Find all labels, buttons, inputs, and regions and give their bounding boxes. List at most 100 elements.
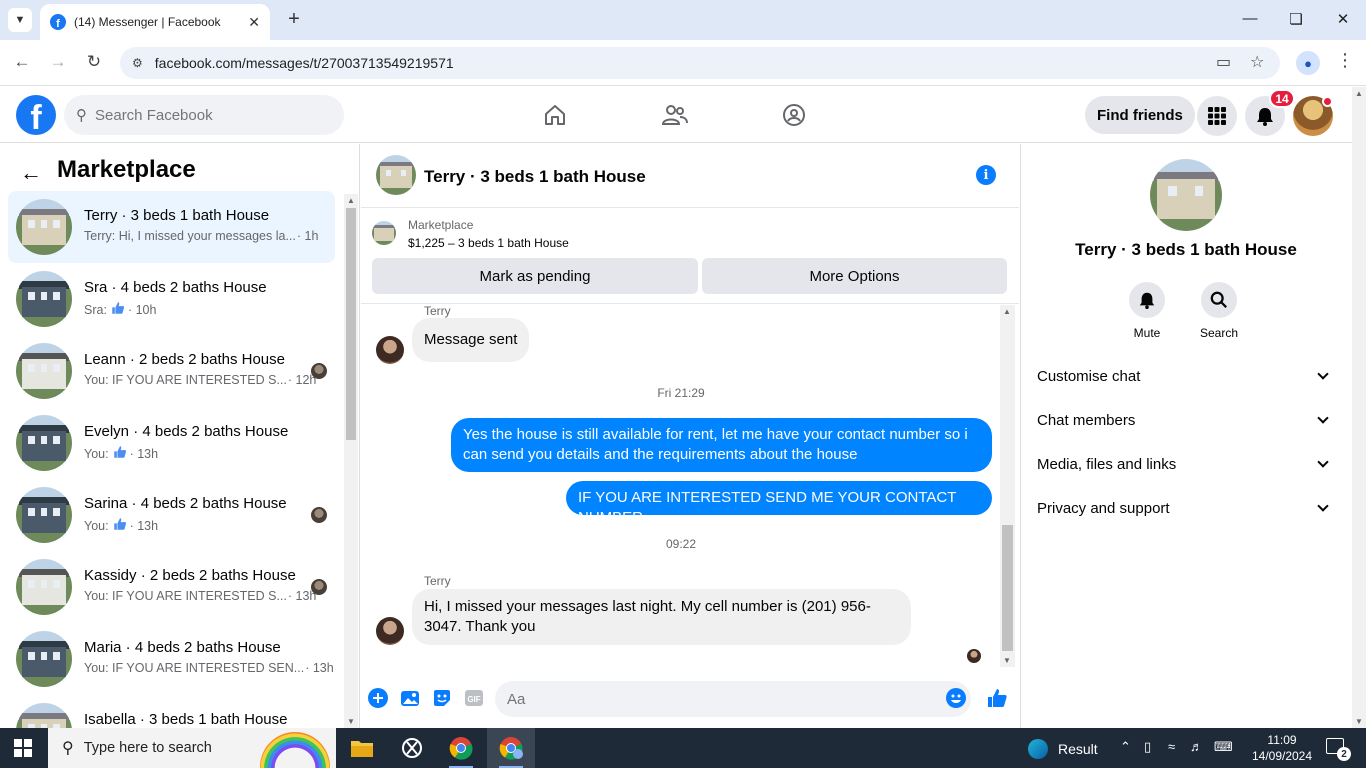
- menu-grid-button[interactable]: [1197, 96, 1237, 136]
- install-app-icon[interactable]: ▭: [1216, 52, 1231, 72]
- keyboard-icon[interactable]: ⌨: [1214, 739, 1233, 755]
- preview-text: Terry: Hi, I missed your messages la...: [84, 229, 296, 243]
- restore-icon[interactable]: ❏: [1286, 10, 1306, 28]
- media-files-links-section[interactable]: Media, files and links: [1029, 442, 1339, 486]
- close-tab-icon[interactable]: ✕: [248, 14, 260, 31]
- minimize-icon[interactable]: —: [1240, 10, 1260, 27]
- preview-text: You: IF YOU ARE INTERESTED S...: [84, 589, 287, 603]
- facebook-search[interactable]: ⚲: [64, 95, 344, 135]
- sender-avatar[interactable]: [376, 617, 404, 645]
- chrome-profile-icon[interactable]: [487, 728, 535, 768]
- back-arrow-icon[interactable]: ←: [20, 160, 42, 186]
- conversation-item[interactable]: Terry · 3 beds 1 bath House Terry: Hi, I …: [8, 191, 335, 263]
- conversation-preview: You: · 13h: [84, 517, 158, 534]
- message-input[interactable]: [507, 690, 907, 708]
- search-button[interactable]: [1201, 282, 1237, 318]
- scroll-down-icon[interactable]: ▼: [1355, 717, 1363, 726]
- conversation-item[interactable]: Leann · 2 beds 2 baths House You: IF YOU …: [8, 335, 335, 407]
- taskbar-search[interactable]: ⚲ Type here to search: [48, 728, 336, 768]
- page-scrollbar[interactable]: ▲ ▼: [1352, 87, 1366, 728]
- url-bar[interactable]: ⚙ facebook.com/messages/t/27003713549219…: [120, 47, 1280, 79]
- conversation-item[interactable]: Evelyn · 4 beds 2 baths House You: · 13h: [8, 407, 335, 479]
- battery-icon[interactable]: ▯: [1144, 739, 1151, 755]
- sender-avatar[interactable]: [376, 336, 404, 364]
- scroll-up-icon[interactable]: ▲: [1003, 307, 1011, 316]
- chevron-up-icon[interactable]: ⌃: [1120, 739, 1131, 755]
- listing-price[interactable]: $1,225 – 3 beds 1 bath House: [408, 236, 569, 250]
- search-action[interactable]: Search: [1189, 282, 1249, 340]
- scroll-down-icon[interactable]: ▼: [347, 717, 355, 726]
- preview-text: You: IF YOU ARE INTERESTED SEN...: [84, 661, 305, 675]
- groups-icon[interactable]: [780, 101, 808, 129]
- wifi-icon[interactable]: ≈: [1168, 739, 1175, 754]
- chat-title[interactable]: Terry · 3 beds 1 bath House: [424, 167, 646, 187]
- conversation-item[interactable]: Sarina · 4 beds 2 baths House You: · 13h: [8, 479, 335, 551]
- incoming-message[interactable]: Message sent: [412, 318, 530, 362]
- add-more-icon[interactable]: [368, 688, 388, 708]
- incoming-message[interactable]: Hi, I missed your messages last night. M…: [412, 589, 911, 645]
- mark-as-pending-button[interactable]: Mark as pending: [372, 258, 698, 294]
- conversation-thumbnail: [16, 415, 72, 471]
- conversation-item[interactable]: Sra · 4 beds 2 baths House Sra: · 10h: [8, 263, 335, 335]
- tab-search-menu[interactable]: ▼: [8, 8, 32, 32]
- outgoing-message[interactable]: Yes the house is still available for ren…: [451, 418, 992, 472]
- contact-avatar[interactable]: [1150, 159, 1222, 231]
- chrome-icon[interactable]: [437, 728, 485, 768]
- mute-button[interactable]: [1129, 282, 1165, 318]
- conversation-item[interactable]: Kassidy · 2 beds 2 baths House You: IF YO…: [8, 551, 335, 623]
- bookmark-star-icon[interactable]: ☆: [1250, 52, 1264, 72]
- emoji-icon[interactable]: [946, 688, 966, 708]
- conversation-thumbnail: [16, 199, 72, 255]
- weather-widget[interactable]: Result: [1028, 739, 1098, 759]
- conversation-name: Maria · 4 beds 2 baths House: [84, 639, 281, 656]
- facebook-logo-icon[interactable]: f: [16, 95, 56, 135]
- like-thumb-icon[interactable]: [986, 687, 1008, 709]
- message-input-box[interactable]: [495, 681, 971, 717]
- facebook-search-input[interactable]: [95, 106, 315, 124]
- taskbar-clock[interactable]: 11:09 14/09/2024: [1248, 732, 1316, 764]
- info-icon[interactable]: i: [976, 165, 996, 185]
- scroll-down-icon[interactable]: ▼: [1003, 656, 1011, 665]
- find-friends-button[interactable]: Find friends: [1085, 96, 1195, 134]
- back-arrow-icon[interactable]: ←: [11, 52, 33, 72]
- site-settings-icon[interactable]: ⚙: [132, 56, 143, 70]
- new-tab-icon[interactable]: +: [282, 8, 306, 31]
- mute-action[interactable]: Mute: [1117, 282, 1177, 340]
- browser-tab[interactable]: f (14) Messenger | Facebook ✕: [40, 4, 270, 40]
- panel-title: Marketplace: [57, 156, 196, 183]
- scrollbar-thumb[interactable]: [346, 208, 356, 440]
- close-window-icon[interactable]: ✕: [1333, 10, 1353, 28]
- chat-members-section[interactable]: Chat members: [1029, 398, 1339, 442]
- notification-center-icon[interactable]: 2: [1326, 738, 1351, 761]
- scroll-up-icon[interactable]: ▲: [1355, 89, 1363, 98]
- file-explorer-icon[interactable]: [338, 728, 386, 768]
- outgoing-message[interactable]: IF YOU ARE INTERESTED SEND ME YOUR CONTA…: [566, 481, 992, 526]
- browser-profile-icon[interactable]: ●: [1296, 51, 1320, 75]
- conversation-item[interactable]: Maria · 4 beds 2 baths House You: IF YOU …: [8, 623, 335, 695]
- search-icon: ⚲: [76, 107, 87, 124]
- reload-icon[interactable]: ↻: [83, 52, 105, 72]
- bell-icon: [1257, 108, 1273, 126]
- user-avatar[interactable]: [1293, 96, 1333, 136]
- sticker-icon[interactable]: [432, 688, 452, 708]
- home-icon[interactable]: [541, 101, 569, 129]
- more-options-button[interactable]: More Options: [702, 258, 1007, 294]
- chat-scrollbar[interactable]: ▲ ▼: [1000, 305, 1015, 667]
- xbox-app-icon[interactable]: [388, 728, 436, 768]
- volume-icon[interactable]: ♬: [1190, 739, 1203, 754]
- scrollbar-thumb[interactable]: [1002, 525, 1013, 651]
- conversation-name: Sarina · 4 beds 2 baths House: [84, 495, 287, 512]
- customise-chat-section[interactable]: Customise chat: [1029, 354, 1339, 398]
- conversation-item[interactable]: Isabella · 3 beds 1 bath House: [8, 695, 335, 728]
- privacy-support-section[interactable]: Privacy and support: [1029, 486, 1339, 530]
- gif-icon[interactable]: GIF: [464, 688, 484, 708]
- friends-icon[interactable]: [661, 101, 689, 129]
- chat-avatar[interactable]: [376, 155, 416, 195]
- scroll-up-icon[interactable]: ▲: [347, 196, 355, 205]
- listing-thumbnail[interactable]: [372, 221, 396, 245]
- browser-menu-icon[interactable]: ⋮: [1336, 50, 1354, 71]
- forward-arrow-icon[interactable]: →: [47, 52, 69, 72]
- attach-photo-icon[interactable]: [400, 688, 420, 708]
- conversation-list-scrollbar[interactable]: ▲ ▼: [344, 194, 358, 728]
- windows-start-icon[interactable]: [14, 739, 32, 757]
